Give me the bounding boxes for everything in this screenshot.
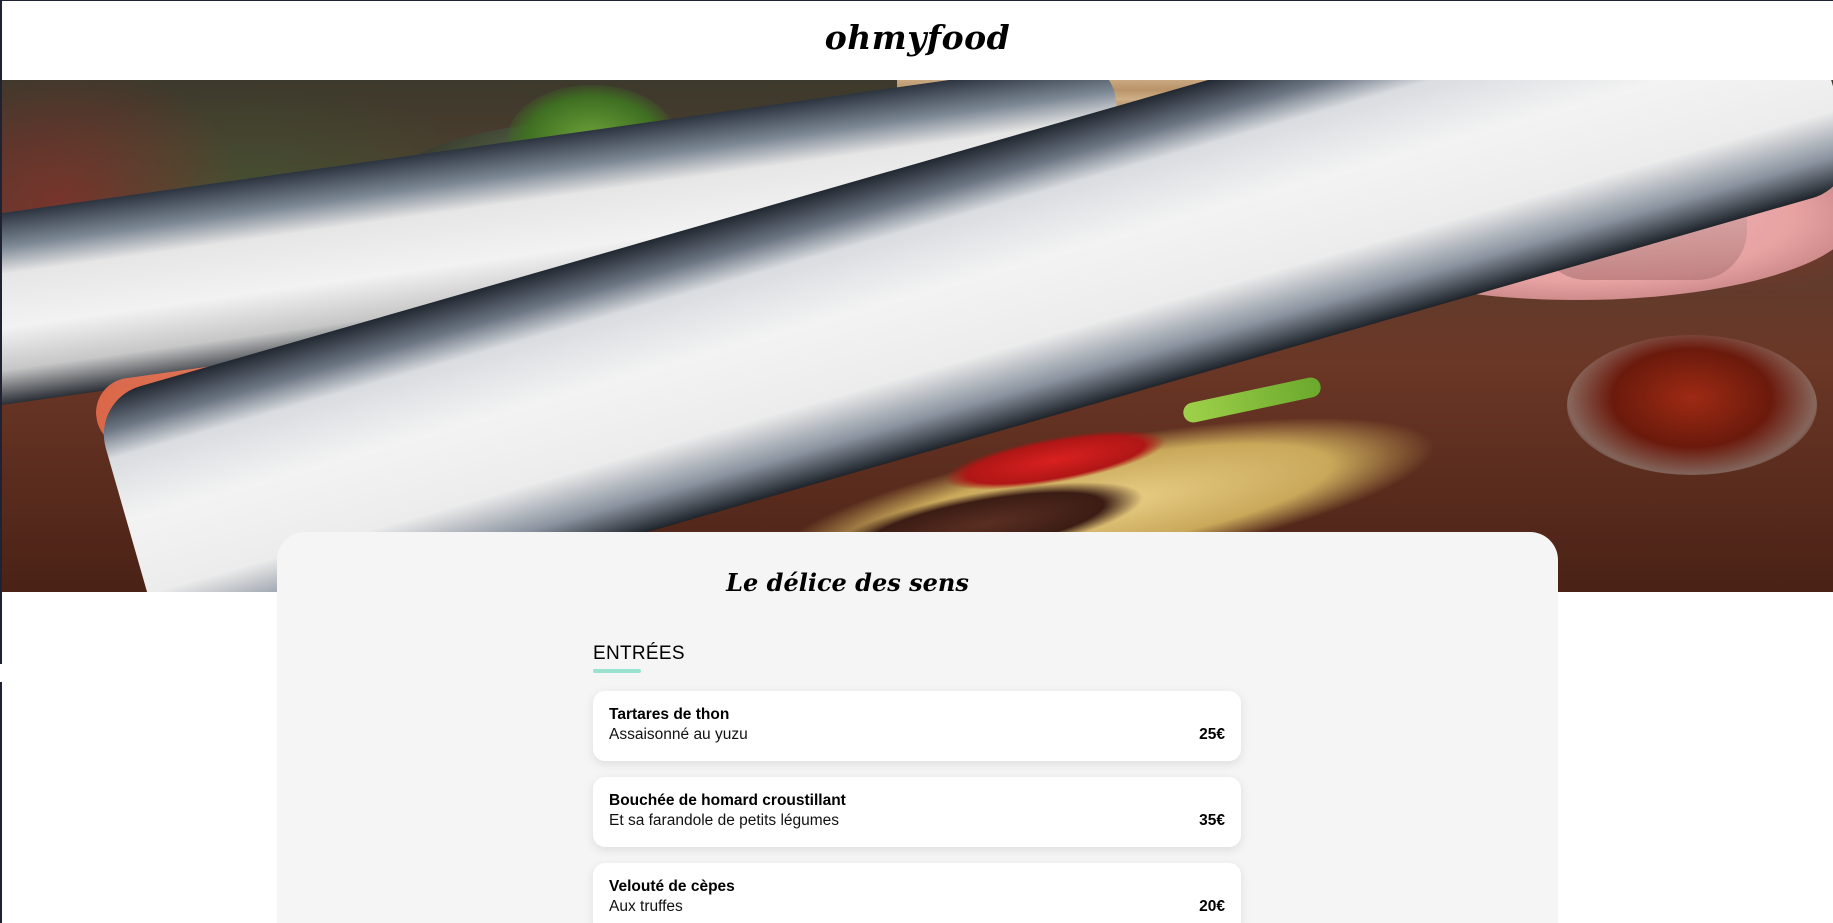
window-edge-gap: [0, 664, 2, 682]
dish-price: 20€: [1199, 898, 1225, 915]
dish-price: 35€: [1199, 812, 1225, 829]
dish-card[interactable]: Bouchée de homard croustillant Et sa far…: [593, 777, 1241, 847]
restaurant-title: Le délice des sens: [726, 568, 969, 597]
app-window: ohmyfood Le délice des sens ENTRÉES Tart…: [0, 0, 1833, 923]
dish-description: Assaisonné au yuzu: [609, 726, 748, 743]
dish-name: Bouchée de homard croustillant: [609, 792, 846, 809]
sauce-bowl-shape: [1567, 335, 1817, 475]
hero-image: [2, 80, 1833, 592]
dish-card[interactable]: Velouté de cèpes Aux truffes 20€: [593, 863, 1241, 923]
dish-description: Aux truffes: [609, 898, 683, 915]
dish-description: Et sa farandole de petits légumes: [609, 812, 840, 829]
dish-name: Velouté de cèpes: [609, 878, 735, 895]
section-title-entrees: ENTRÉES: [593, 643, 685, 664]
site-header: ohmyfood: [2, 1, 1833, 80]
dish-card[interactable]: Tartares de thon Assaisonné au yuzu 25€: [593, 691, 1241, 761]
section-underline: [593, 669, 641, 673]
logo-link[interactable]: ohmyfood: [825, 18, 1010, 57]
dish-price: 25€: [1199, 726, 1225, 743]
menu-card: Le délice des sens ENTRÉES Tartares de t…: [277, 532, 1558, 923]
dish-name: Tartares de thon: [609, 706, 730, 723]
